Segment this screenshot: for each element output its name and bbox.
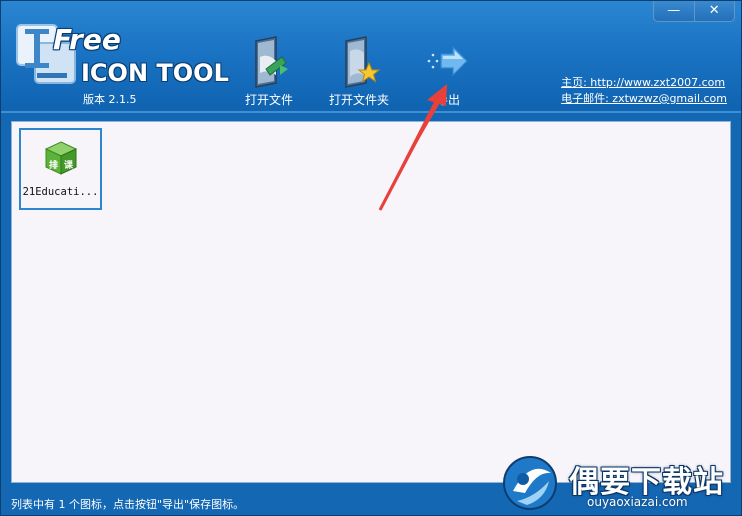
status-text: 列表中有 1 个图标，点击按钮"导出"保存图标。: [11, 498, 245, 511]
close-button[interactable]: ✕: [693, 1, 735, 21]
header: — ✕ Free ICON TOOL 版本 2.1.5 打开文件 打开文件夹 导…: [1, 1, 741, 113]
logo-free-text: Free: [53, 23, 121, 56]
list-item-label: 21Educati...: [22, 186, 99, 198]
homepage-link[interactable]: 主页: http://www.zxt2007.com: [561, 75, 727, 91]
open-folder-label: 打开文件夹: [329, 93, 390, 107]
watermark-url: ouyaoxiazai.com: [587, 495, 688, 509]
icon-glyph-1: 排: [48, 159, 57, 171]
icon-glyph-2: 课: [63, 159, 73, 171]
open-file-button[interactable]: 打开文件: [245, 35, 293, 109]
open-file-icon: [255, 36, 288, 88]
open-folder-button[interactable]: 打开文件夹: [329, 35, 389, 109]
logo-title: ICON TOOL: [81, 59, 229, 87]
minimize-button[interactable]: —: [654, 1, 694, 21]
export-arrow-icon: [427, 45, 468, 77]
open-folder-icon: [345, 36, 381, 88]
window-controls: — ✕: [653, 1, 735, 22]
version-label: 版本 2.1.5: [83, 93, 137, 106]
email-link[interactable]: 电子邮件: zxtwzwz@gmail.com: [561, 91, 727, 107]
icon-list[interactable]: 排 课 21Educati...: [11, 121, 731, 483]
watermark-logo-icon: [503, 456, 557, 510]
export-label: 导出: [435, 93, 460, 107]
watermark: 偶要下载站 ouyaoxiazai.com: [499, 451, 739, 515]
contact-links: 主页: http://www.zxt2007.com 电子邮件: zxtwzwz…: [561, 75, 727, 107]
app-logo: Free ICON TOOL: [13, 19, 229, 89]
schedule-cube-icon: 排 课: [44, 141, 77, 175]
open-file-label: 打开文件: [245, 93, 294, 107]
export-button[interactable]: 导出: [425, 35, 471, 109]
list-item[interactable]: 排 课 21Educati...: [19, 128, 102, 210]
app-window: — ✕ Free ICON TOOL 版本 2.1.5 打开文件 打开文件夹 导…: [0, 0, 742, 516]
